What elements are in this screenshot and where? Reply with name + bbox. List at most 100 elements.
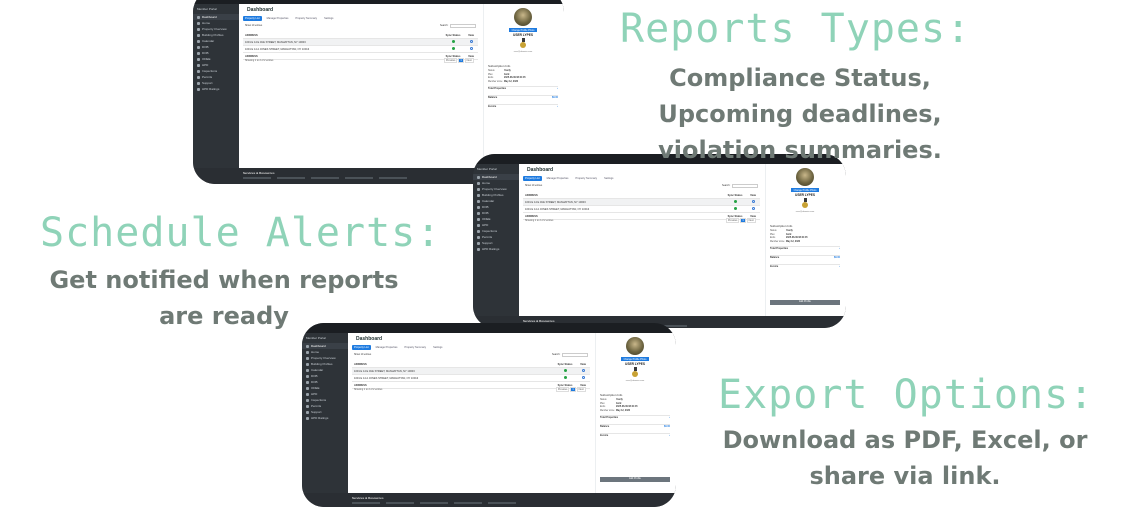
table-row[interactable]: 1001 E 14 E AVE STREET, MANHATTAN, NY 10… bbox=[523, 199, 760, 206]
footer-link[interactable] bbox=[420, 502, 448, 504]
tab-item[interactable]: Property Summary bbox=[573, 176, 599, 181]
search-icon[interactable] bbox=[581, 376, 585, 379]
page-button[interactable]: Previous bbox=[444, 58, 458, 63]
menu-icon bbox=[197, 57, 200, 61]
column-header[interactable]: Sync Status bbox=[554, 363, 576, 366]
page-button[interactable]: 1 bbox=[570, 387, 576, 392]
table-footer: ADDRESS Sync Status View bbox=[243, 53, 478, 60]
status-ok-icon bbox=[563, 369, 567, 372]
column-header[interactable]: View bbox=[464, 34, 478, 37]
table-row[interactable]: 1001 E 14 A JONES STREET, MANHATTAN, NY … bbox=[352, 375, 590, 382]
page-button[interactable]: 1 bbox=[740, 218, 746, 223]
profile-section[interactable]: Balance $0.00 bbox=[600, 424, 670, 428]
tab-item[interactable]: Property List bbox=[523, 176, 542, 181]
page-button[interactable]: Next bbox=[464, 58, 474, 63]
table-row[interactable]: 1001 E 14 E AVE STREET, MANHATTAN, NY 10… bbox=[352, 368, 590, 375]
search-input[interactable] bbox=[450, 23, 476, 28]
show-entries-select[interactable]: Show 10 entries bbox=[354, 353, 371, 356]
tab-item[interactable]: Settings bbox=[322, 16, 335, 21]
footer-link[interactable] bbox=[243, 177, 271, 179]
edit-profile-button[interactable]: Edit Profile bbox=[770, 300, 840, 305]
footer-link[interactable] bbox=[488, 502, 516, 504]
tab-item[interactable]: Property Summary bbox=[402, 345, 428, 350]
page-button[interactable]: Next bbox=[576, 387, 586, 392]
profile-panel: Change Profile Photo USER LYPES user@domai… bbox=[765, 164, 843, 316]
footer-link[interactable] bbox=[311, 177, 339, 179]
page-button[interactable]: Previous bbox=[556, 387, 570, 392]
dashboard-screenshot-3: Member Portal Dashboard Home Property Overv… bbox=[302, 323, 676, 507]
column-header[interactable]: View bbox=[746, 194, 760, 197]
footer-link[interactable] bbox=[345, 177, 373, 179]
change-photo-button[interactable]: Change Profile Photo bbox=[791, 188, 819, 192]
footer-link[interactable] bbox=[277, 177, 305, 179]
footer-link[interactable] bbox=[386, 502, 414, 504]
sidebar-item[interactable]: HPD Ratings bbox=[473, 246, 519, 252]
profile-section[interactable]: Total Properties › bbox=[488, 86, 558, 90]
tab-item[interactable]: Settings bbox=[602, 176, 615, 181]
row-view[interactable] bbox=[576, 369, 590, 373]
expand-icon[interactable]: › bbox=[839, 265, 840, 268]
expand-icon[interactable]: › bbox=[557, 105, 558, 108]
profile-section[interactable]: Balance $0.00 bbox=[770, 255, 840, 259]
profile-section[interactable]: Balance $0.00 bbox=[488, 95, 558, 99]
change-photo-button[interactable]: Change Profile Photo bbox=[509, 28, 537, 32]
expand-icon[interactable]: › bbox=[557, 87, 558, 90]
user-email[interactable]: user@domain.com bbox=[766, 211, 844, 213]
username: USER LYPES bbox=[795, 193, 815, 197]
column-header[interactable]: ADDRESS bbox=[352, 363, 554, 366]
user-email[interactable]: user@domain.com bbox=[484, 51, 562, 53]
profile-section[interactable]: Invoice › bbox=[488, 104, 558, 108]
profile-section[interactable]: Total Properties › bbox=[770, 246, 840, 250]
search-input[interactable] bbox=[732, 183, 758, 188]
change-photo-button[interactable]: Change Profile Photo bbox=[621, 357, 649, 361]
show-entries-select[interactable]: Show 10 entries bbox=[245, 24, 262, 27]
row-view[interactable] bbox=[746, 207, 760, 211]
search-icon[interactable] bbox=[469, 47, 473, 50]
row-address: 1001 E 14 A JONES STREET, MANHATTAN, NY … bbox=[525, 207, 590, 211]
footer-link[interactable] bbox=[454, 502, 482, 504]
row-view[interactable] bbox=[464, 40, 478, 44]
table-row[interactable]: 1001 E 14 A JONES STREET, MANHATTAN, NY … bbox=[523, 206, 760, 213]
row-view[interactable] bbox=[746, 200, 760, 204]
column-header[interactable]: Sync Status bbox=[442, 34, 464, 37]
show-entries-select[interactable]: Show 10 entries bbox=[525, 184, 542, 187]
edit-profile-button[interactable]: Edit Profile bbox=[600, 477, 670, 482]
sidebar-item[interactable]: HPD Ratings bbox=[302, 415, 348, 421]
search-icon[interactable] bbox=[469, 40, 473, 43]
tab-item[interactable]: Property List bbox=[352, 345, 371, 350]
column-header[interactable]: View bbox=[576, 363, 590, 366]
expand-icon[interactable]: › bbox=[839, 247, 840, 250]
tab-item[interactable]: Manage Properties bbox=[374, 345, 400, 350]
footer-link[interactable] bbox=[379, 177, 407, 179]
table-row[interactable]: 1001 E 14 A JONES STREET, MANHATTAN, NY … bbox=[243, 46, 478, 53]
profile-section[interactable]: Invoice › bbox=[770, 264, 840, 268]
tab-item[interactable]: Manage Properties bbox=[545, 176, 571, 181]
page-button[interactable]: Previous bbox=[726, 218, 740, 223]
tab-item[interactable]: Property Summary bbox=[293, 16, 319, 21]
page-button[interactable]: 1 bbox=[458, 58, 464, 63]
search-icon[interactable] bbox=[751, 200, 755, 203]
menu-icon bbox=[197, 21, 200, 25]
footer-link[interactable] bbox=[352, 502, 380, 504]
column-header[interactable]: ADDRESS bbox=[523, 194, 724, 197]
tab-item[interactable]: Manage Properties bbox=[265, 16, 291, 21]
table-row[interactable]: 1001 E 14 E AVE STREET, MANHATTAN, NY 10… bbox=[243, 39, 478, 46]
row-sync-status bbox=[554, 376, 576, 380]
sidebar-item[interactable]: HPD Ratings bbox=[193, 86, 239, 92]
page-button[interactable]: Next bbox=[746, 218, 756, 223]
profile-section[interactable]: Invoice › bbox=[600, 433, 670, 437]
user-avatar bbox=[626, 337, 644, 355]
expand-icon[interactable]: › bbox=[669, 416, 670, 419]
row-view[interactable] bbox=[576, 376, 590, 380]
search-icon[interactable] bbox=[751, 207, 755, 210]
row-view[interactable] bbox=[464, 47, 478, 51]
tab-item[interactable]: Property List bbox=[243, 16, 262, 21]
search-input[interactable] bbox=[562, 352, 588, 357]
column-header[interactable]: Sync Status bbox=[724, 194, 746, 197]
search-icon[interactable] bbox=[581, 369, 585, 372]
tab-item[interactable]: Settings bbox=[431, 345, 444, 350]
column-header[interactable]: ADDRESS bbox=[243, 34, 442, 37]
expand-icon[interactable]: › bbox=[669, 434, 670, 437]
profile-section[interactable]: Total Properties › bbox=[600, 415, 670, 419]
user-email[interactable]: user@domain.com bbox=[596, 380, 674, 382]
